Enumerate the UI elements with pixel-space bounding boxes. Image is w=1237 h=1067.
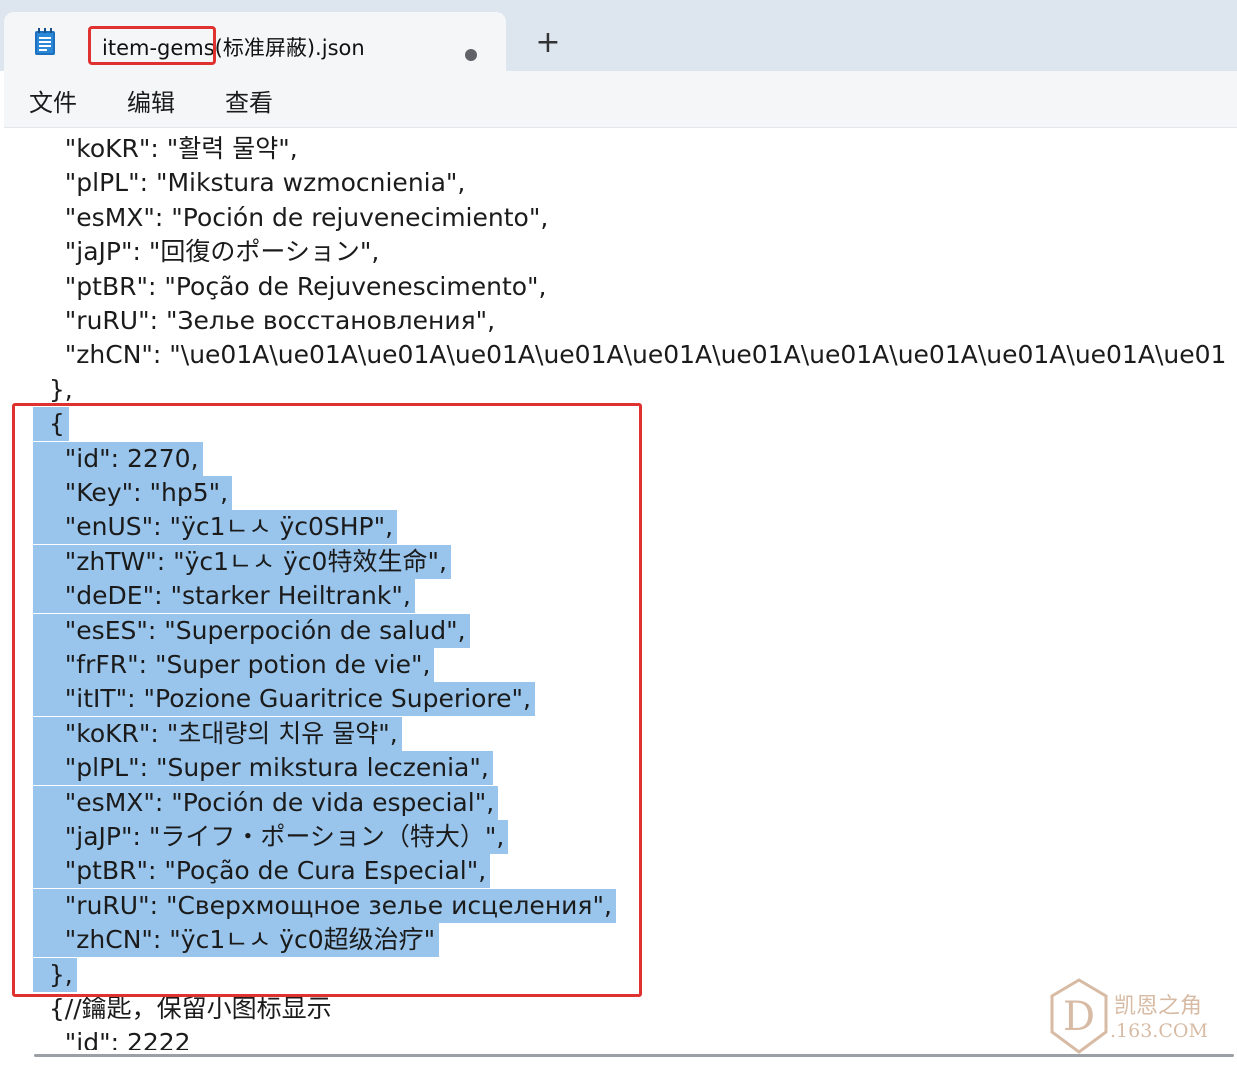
editor-line[interactable]: "ruRU": "Сверхмощное зелье исцеления", — [33, 888, 616, 923]
editor-line-text: "ruRU": "Сверхмощное зелье исцеления", — [33, 888, 616, 923]
title-bar: item-gems(标准屏蔽).json + — [0, 0, 1237, 71]
editor-line[interactable]: "esMX": "Poción de rejuvenecimiento", — [33, 201, 552, 235]
editor-line-text: "jaJP": "回復のポーション", — [33, 237, 380, 267]
editor-line[interactable]: "Key": "hp5", — [33, 476, 233, 510]
editor-line[interactable]: }, — [33, 957, 77, 992]
editor-line[interactable]: "enUS": "ÿc1ㄴㅅ ÿc0SHP", — [33, 510, 398, 545]
watermark-logo-letter: D — [1063, 994, 1095, 1040]
editor-line-text: "plPL": "Mikstura wzmocnienia", — [33, 168, 466, 198]
watermark-logo-icon: D — [1050, 978, 1108, 1054]
menu-view[interactable]: 查看 — [225, 83, 273, 118]
file-tab[interactable]: item-gems(标准屏蔽).json — [4, 12, 506, 71]
editor-line-text: "Key": "hp5", — [33, 476, 233, 510]
editor-line-text: "koKR": "초대량의 치유 물약", — [33, 716, 402, 751]
editor-line-text: }, — [33, 957, 77, 992]
editor-line-text: "koKR": "활력 물약", — [33, 134, 298, 163]
menu-edit[interactable]: 编辑 — [127, 83, 175, 118]
unsaved-indicator-icon[interactable] — [465, 49, 477, 61]
editor-line[interactable]: "ruRU": "Зелье восстановления", — [33, 304, 499, 338]
editor-line[interactable]: "ptBR": "Poção de Rejuvenescimento", — [33, 270, 551, 304]
editor-line-text: "zhTW": "ÿc1ㄴㅅ ÿc0特效生命", — [33, 544, 451, 579]
editor-line-text: }, — [33, 374, 73, 404]
watermark-text: 凯恩之角 — [1114, 994, 1203, 1019]
editor-line-text: "ptBR": "Poção de Cura Especial", — [33, 854, 491, 889]
editor-line-text: "esMX": "Poción de rejuvenecimiento", — [33, 202, 549, 232]
editor-line[interactable]: "esES": "Superpoción de salud", — [33, 613, 470, 648]
new-tab-button[interactable]: + — [530, 26, 566, 62]
editor-line[interactable]: "koKR": "활력 물약", — [33, 132, 302, 166]
editor-line[interactable]: "zhTW": "ÿc1ㄴㅅ ÿc0特效生命", — [33, 544, 451, 579]
editor-line-text: {//鑰匙，保留小图标显示 — [33, 994, 332, 1023]
watermark: D 凯恩之角 .163.COM — [1044, 976, 1224, 1056]
editor-line[interactable]: "jaJP": "回復のポーション", — [33, 235, 383, 269]
editor-line-text: { — [33, 407, 69, 442]
menu-bar: 文件 编辑 查看 — [4, 71, 1237, 128]
editor-line[interactable]: "zhCN": "\ue01A\ue01A\ue01A\ue01A\ue01A\… — [33, 338, 1230, 372]
editor-line-text: "ptBR": "Poção de Rejuvenescimento", — [33, 271, 547, 301]
editor-line[interactable]: "jaJP": "ライフ・ポーション（特大）", — [33, 820, 509, 854]
editor-line[interactable]: "ptBR": "Poção de Cura Especial", — [33, 854, 491, 889]
notepad-icon — [35, 28, 55, 55]
editor-line-text: "jaJP": "ライフ・ポーション（特大）", — [33, 820, 509, 854]
editor-line[interactable]: "plPL": "Super mikstura leczenia", — [33, 751, 493, 786]
editor-line[interactable]: "zhCN": "ÿc1ㄴㅅ ÿc0超级治疗" — [33, 923, 440, 958]
editor-line-text: "esMX": "Poción de vida especial", — [33, 785, 499, 820]
editor-line[interactable]: "id": 2270, — [33, 441, 203, 476]
editor-line[interactable]: "deDE": "starker Heiltrank", — [33, 579, 415, 614]
editor-line[interactable]: {//鑰匙，保留小图标显示 — [33, 992, 336, 1026]
editor-line-text: "zhCN": "\ue01A\ue01A\ue01A\ue01A\ue01A\… — [33, 340, 1227, 370]
editor-line-text: "ruRU": "Зелье восстановления", — [33, 306, 496, 335]
editor-line[interactable]: "koKR": "초대량의 치유 물약", — [33, 716, 402, 751]
editor-line[interactable]: "itIT": "Pozione Guaritrice Superiore", — [33, 682, 535, 717]
editor-line-text: "zhCN": "ÿc1ㄴㅅ ÿc0超级治疗" — [33, 923, 440, 958]
editor-line-text: "deDE": "starker Heiltrank", — [33, 579, 415, 614]
menu-file[interactable]: 文件 — [29, 83, 77, 118]
editor-line-text: "itIT": "Pozione Guaritrice Superiore", — [33, 682, 535, 717]
editor-line-text: "id": 2222 — [33, 1028, 191, 1050]
watermark-domain: .163.COM — [1110, 1020, 1208, 1042]
editor-line-text: "plPL": "Super mikstura leczenia", — [33, 751, 493, 786]
editor-line[interactable]: }, — [33, 373, 77, 407]
tab-title-highlight-box — [88, 26, 216, 65]
editor-line[interactable]: "frFR": "Super potion de vie", — [33, 648, 435, 682]
editor-line-text: "enUS": "ÿc1ㄴㅅ ÿc0SHP", — [33, 510, 398, 545]
editor-line-text: "frFR": "Super potion de vie", — [33, 648, 435, 682]
editor-line[interactable]: "esMX": "Poción de vida especial", — [33, 785, 499, 820]
editor-line[interactable]: "plPL": "Mikstura wzmocnienia", — [33, 166, 469, 200]
text-editor[interactable]: "koKR": "활력 물약", "plPL": "Mikstura wzmoc… — [4, 128, 1237, 1050]
editor-line-text: "esES": "Superpoción de salud", — [33, 613, 470, 648]
editor-line[interactable]: "id": 2222 — [33, 1026, 195, 1050]
editor-line[interactable]: { — [33, 407, 69, 442]
editor-line-text: "id": 2270, — [33, 441, 203, 476]
